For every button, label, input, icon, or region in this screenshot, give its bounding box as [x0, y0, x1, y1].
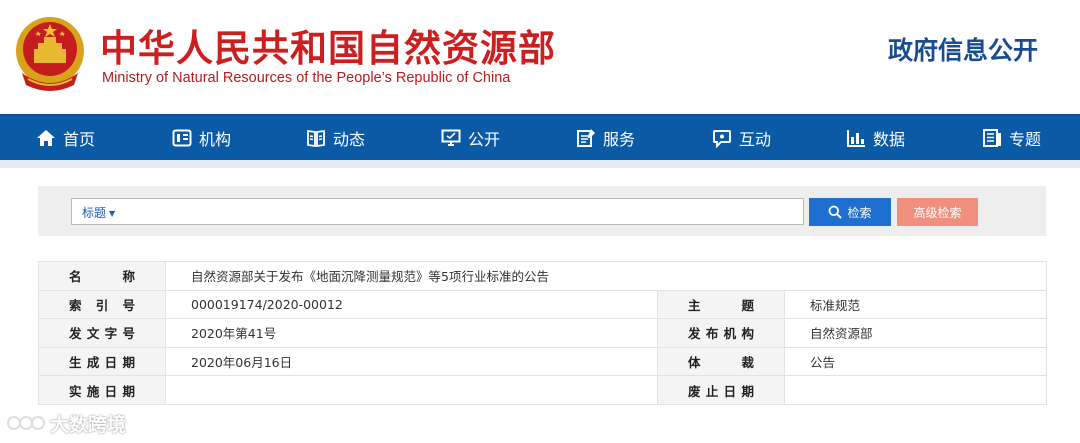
publisher-label: 发布机构	[657, 318, 785, 348]
chat-icon	[713, 130, 731, 148]
watermark: 大数跨境	[6, 408, 126, 438]
nav-item-label: 互动	[739, 130, 772, 149]
nav-item-interaction[interactable]: 互动	[712, 116, 771, 160]
nav-item-topic[interactable]: 专题	[982, 116, 1041, 160]
table-row: 实施日期 废止日期	[38, 375, 1047, 405]
topic-label: 主题	[657, 289, 785, 320]
watermark-text: 大数跨境	[50, 413, 127, 436]
site-header: 中华人民共和国自然资源部 Ministry of Natural Resourc…	[0, 0, 1080, 114]
service-icon	[577, 129, 595, 147]
name-label: 名称	[38, 261, 166, 291]
expiry-date-value	[784, 375, 1047, 405]
expiry-date-label: 废止日期	[657, 375, 785, 405]
genre-label: 体裁	[657, 346, 785, 377]
site-title-chinese[interactable]: 中华人民共和国自然资源部	[100, 18, 556, 72]
search-type-label: 标题	[82, 206, 107, 220]
table-row: 索引号 000019174/2020-00012 主题 标准规范	[38, 289, 1047, 320]
dropdown-caret-icon: ▼	[109, 209, 116, 218]
search-type-dropdown[interactable]: 标题 ▼	[82, 204, 115, 221]
search-icon	[829, 205, 843, 219]
nav-item-label: 公开	[468, 130, 501, 149]
effective-date-value	[165, 375, 658, 405]
topic-icon	[983, 129, 1001, 147]
home-icon	[37, 130, 55, 146]
search-field: 标题 ▼	[71, 198, 804, 225]
table-row: 名称 自然资源部关于发布《地面沉降测量规范》等5项行业标准的公告	[38, 261, 1047, 291]
advanced-search-label: 高级检索	[913, 205, 962, 220]
nav-item-news[interactable]: 动态	[306, 116, 365, 160]
search-input[interactable]	[142, 202, 792, 222]
bar-chart-icon	[847, 130, 865, 147]
nav-item-data[interactable]: 数据	[846, 116, 905, 160]
nav-item-label: 专题	[1009, 130, 1042, 149]
name-value: 自然资源部关于发布《地面沉降测量规范》等5项行业标准的公告	[165, 261, 1047, 291]
national-emblem-icon	[16, 17, 84, 91]
table-row: 发文字号 2020年第41号 发布机构 自然资源部	[38, 318, 1047, 348]
topic-value: 标准规范	[784, 289, 1047, 320]
genre-value: 公告	[784, 346, 1047, 377]
watermark-logo-icon	[7, 416, 45, 430]
nav-item-home[interactable]: 首页	[36, 116, 95, 160]
doc-number-label: 发文字号	[38, 318, 166, 348]
main-nav: 首页 机构 动态 公开 服务 互动 数据 专题	[0, 114, 1080, 160]
nav-item-label: 首页	[63, 130, 96, 149]
nav-item-label: 动态	[333, 130, 366, 149]
search-button[interactable]: 检索	[809, 198, 891, 226]
effective-date-label: 实施日期	[38, 375, 166, 405]
site-title-english: Ministry of Natural Resources of the Peo…	[102, 70, 511, 86]
advanced-search-button[interactable]: 高级检索	[897, 198, 978, 226]
disclosure-icon	[441, 129, 461, 146]
search-button-label: 检索	[847, 205, 872, 220]
created-date-value: 2020年06月16日	[165, 346, 658, 377]
publisher-value: 自然资源部	[784, 318, 1047, 348]
nav-item-label: 机构	[199, 130, 232, 149]
table-row: 生成日期 2020年06月16日 体裁 公告	[38, 346, 1047, 377]
nav-item-organization[interactable]: 机构	[172, 116, 231, 160]
nav-item-service[interactable]: 服务	[576, 116, 635, 160]
doc-number-value: 2020年第41号	[165, 318, 658, 348]
news-icon	[307, 129, 325, 148]
document-info-table: 名称 自然资源部关于发布《地面沉降测量规范》等5项行业标准的公告 索引号 000…	[38, 261, 1047, 405]
organization-icon	[172, 129, 192, 147]
nav-item-disclosure[interactable]: 公开	[441, 116, 500, 160]
index-label: 索引号	[38, 289, 166, 320]
created-date-label: 生成日期	[38, 346, 166, 377]
nav-underline-band	[0, 160, 1080, 168]
nav-item-label: 服务	[603, 130, 636, 149]
nav-item-label: 数据	[873, 130, 906, 149]
section-title[interactable]: 政府信息公开	[888, 31, 1038, 67]
search-panel: 标题 ▼ 检索 高级检索	[38, 186, 1046, 236]
index-value: 000019174/2020-00012	[165, 289, 658, 320]
